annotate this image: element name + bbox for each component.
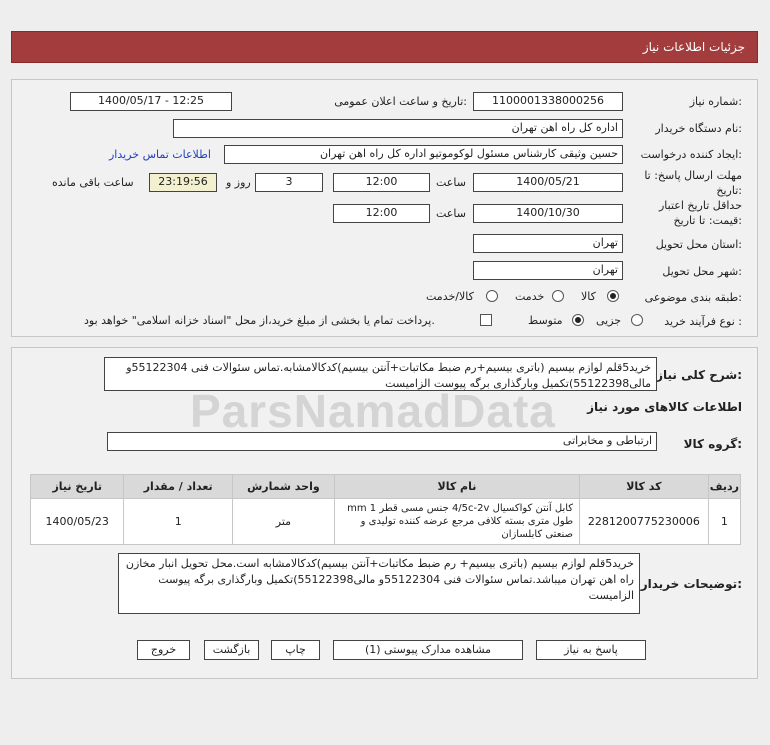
city-label: شهر محل تحویل:: [662, 265, 742, 278]
cell-qty: 1: [123, 498, 233, 545]
col-name: نام کالا: [333, 474, 581, 499]
need-number-label: شماره نیاز:: [689, 95, 742, 108]
deadline-date-field: 1400/05/21: [473, 173, 623, 192]
summary-field: خرید5قلم لوازم بیسیم (باتری بیسیم+رم ضبط…: [104, 357, 657, 391]
goods-group-label: گروه کالا:: [683, 437, 742, 451]
payment-note: پرداخت تمام یا بخشی از مبلغ خرید،از محل …: [84, 314, 435, 327]
category-option-service: خدمت: [515, 290, 545, 303]
buyer-notes-field: خرید5قلم لوازم بیسیم (باتری بیسیم+ رم ضب…: [118, 553, 640, 614]
goods-table: تاریخ نیاز تعداد / مقدار واحد شمارش نام …: [29, 474, 742, 545]
deadline-time-field: 12:00: [333, 173, 430, 192]
goods-table-header: تاریخ نیاز تعداد / مقدار واحد شمارش نام …: [29, 474, 742, 499]
category-option-goods-service: کالا/خدمت: [426, 290, 474, 303]
announce-label: تاریخ و ساعت اعلان عمومی:: [334, 95, 467, 108]
table-row: 1400/05/23 1 متر کابل آنتن کواکسیال 4/5c…: [29, 498, 742, 545]
validity-time-label: ساعت: [436, 207, 466, 220]
col-date: تاریخ نیاز: [29, 474, 125, 499]
remaining-label: ساعت باقی مانده: [52, 176, 134, 189]
buyer-org-field: اداره کل راه اهن تهران: [173, 119, 623, 138]
process-option-minor: جزیی: [596, 314, 622, 327]
validity-label-text: حداقل تاریخ اعتبار قیمت: تا تاریخ:: [658, 199, 742, 227]
goods-info-title: اطلاعات کالاهای مورد نیاز: [587, 400, 742, 414]
col-qty: تعداد / مقدار: [123, 474, 233, 499]
treasury-payment-checkbox[interactable]: [480, 314, 492, 326]
days-label: روز و: [226, 176, 251, 189]
buyer-notes-label: توضیحات خریدار:: [640, 577, 742, 591]
province-field: تهران: [473, 234, 623, 253]
attachments-button[interactable]: مشاهده مدارک پیوستی (1): [333, 640, 523, 660]
category-radio-goods-service[interactable]: [486, 290, 498, 302]
cell-code: 2281200775230006: [579, 498, 709, 545]
page-title: جزئیات اطلاعات نیاز: [642, 40, 745, 54]
category-radio-goods[interactable]: [607, 290, 619, 302]
cell-date: 1400/05/23: [29, 498, 125, 545]
validity-date-field: 1400/10/30: [473, 204, 623, 223]
category-radio-service[interactable]: [552, 290, 564, 302]
need-number-field: 1100001338000256: [473, 92, 623, 111]
deadline-label: مهلت ارسال پاسخ: تا تاریخ:: [632, 168, 742, 198]
page-header: جزئیات اطلاعات نیاز: [11, 31, 758, 63]
buyer-contact-link[interactable]: اطلاعات تماس خریدار: [109, 148, 211, 161]
col-unit: واحد شمارش: [231, 474, 335, 499]
goods-group-field: ارتباطی و مخابراتی: [107, 432, 657, 451]
buyer-org-label: نام دستگاه خریدار:: [655, 122, 742, 135]
print-button[interactable]: چاپ: [271, 640, 320, 660]
days-field: 3: [255, 173, 323, 192]
deadline-label-text: مهلت ارسال پاسخ: تا تاریخ:: [644, 169, 742, 197]
validity-label: حداقل تاریخ اعتبار قیمت: تا تاریخ:: [632, 198, 742, 228]
col-row: ردیف: [707, 474, 742, 499]
col-code: کد کالا: [579, 474, 709, 499]
announce-field: 1400/05/17 - 12:25: [70, 92, 232, 111]
city-field: تهران: [473, 261, 623, 280]
reply-button[interactable]: پاسخ به نیاز: [536, 640, 646, 660]
category-option-goods: کالا: [581, 290, 596, 303]
back-button[interactable]: بازگشت: [204, 640, 259, 660]
requester-field: حسین وثیقی کارشناس مسئول لوکوموتیو اداره…: [224, 145, 623, 164]
cell-row: 1: [707, 498, 742, 545]
summary-label: شرح کلی نیاز:: [656, 368, 742, 382]
process-label: نوع فرآیند خرید :: [664, 315, 742, 328]
validity-time-field: 12:00: [333, 204, 430, 223]
province-label: استان محل تحویل:: [655, 238, 742, 251]
process-option-medium: متوسط: [528, 314, 563, 327]
requester-label: ایجاد کننده درخواست:: [640, 148, 742, 161]
cell-unit: متر: [231, 498, 335, 545]
category-label: طبقه بندی موضوعی:: [644, 291, 742, 304]
remaining-time-field: 23:19:56: [149, 173, 217, 192]
process-radio-minor[interactable]: [631, 314, 643, 326]
watermark: ParsNamadData: [190, 385, 556, 437]
exit-button[interactable]: خروج: [137, 640, 190, 660]
process-radio-medium[interactable]: [572, 314, 584, 326]
deadline-time-label: ساعت: [436, 176, 466, 189]
cell-name: کابل آنتن کواکسیال 4/5c-2v جنس مسی قطر 1…: [333, 498, 581, 545]
